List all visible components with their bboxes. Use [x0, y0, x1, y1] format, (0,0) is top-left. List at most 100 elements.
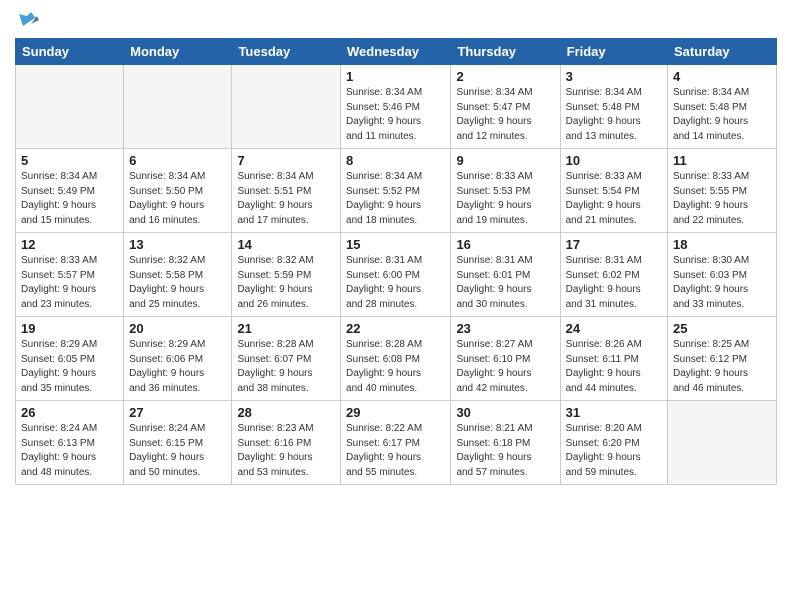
day-number: 10 — [566, 153, 662, 168]
day-info: Sunrise: 8:25 AMSunset: 6:12 PMDaylight:… — [673, 338, 771, 396]
calendar-cell: 9 Sunrise: 8:33 AMSunset: 5:53 PMDaylight… — [451, 149, 560, 233]
day-info: Sunrise: 8:24 AMSunset: 6:13 PMDaylight:… — [21, 422, 118, 480]
calendar-cell: 12Sunrise: 8:33 AMSunset: 5:57 PMDayligh… — [16, 233, 124, 317]
day-info: Sunrise: 8:31 AMSunset: 6:00 PMDaylight:… — [346, 254, 445, 312]
week-row-3: 12Sunrise: 8:33 AMSunset: 5:57 PMDayligh… — [16, 233, 777, 317]
col-friday: Friday — [560, 39, 667, 65]
day-info: Sunrise: 8:21 AMSunset: 6:18 PMDaylight:… — [456, 422, 554, 480]
calendar-cell: 24 Sunrise: 8:26 AMSunset: 6:11 PMDayligh… — [560, 317, 667, 401]
day-info: Sunrise: 8:20 AMSunset: 6:20 PMDaylight:… — [566, 422, 662, 480]
col-sunday: Sunday — [16, 39, 124, 65]
day-info: Sunrise: 8:34 AMSunset: 5:52 PMDaylight:… — [346, 170, 445, 228]
page-container: Sunday Monday Tuesday Wednesday Thursday… — [0, 0, 792, 495]
calendar-cell: 29 Sunrise: 8:22 AMSunset: 6:17 PMDayligh… — [341, 401, 451, 485]
day-number: 9 — [456, 153, 554, 168]
calendar-cell: 13 Sunrise: 8:32 AMSunset: 5:58 PMDayligh… — [124, 233, 232, 317]
day-number: 24 — [566, 321, 662, 336]
week-row-1: 1 Sunrise: 8:34 AMSunset: 5:46 PMDaylight… — [16, 65, 777, 149]
calendar-cell: 11 Sunrise: 8:33 AMSunset: 5:55 PMDayligh… — [668, 149, 777, 233]
calendar-cell: 28Sunrise: 8:23 AMSunset: 6:16 PMDayligh… — [232, 401, 341, 485]
day-number: 4 — [673, 69, 771, 84]
week-row-5: 26 Sunrise: 8:24 AMSunset: 6:13 PMDayligh… — [16, 401, 777, 485]
day-info: Sunrise: 8:28 AMSunset: 6:07 PMDaylight:… — [237, 338, 335, 396]
day-number: 25 — [673, 321, 771, 336]
calendar-cell: 5 Sunrise: 8:34 AMSunset: 5:49 PMDaylight… — [16, 149, 124, 233]
calendar-cell: 15 Sunrise: 8:31 AMSunset: 6:00 PMDayligh… — [341, 233, 451, 317]
header — [15, 10, 777, 30]
day-info: Sunrise: 8:34 AMSunset: 5:51 PMDaylight:… — [237, 170, 335, 228]
day-number: 27 — [129, 405, 226, 420]
calendar-cell: 26 Sunrise: 8:24 AMSunset: 6:13 PMDayligh… — [16, 401, 124, 485]
day-number: 13 — [129, 237, 226, 252]
day-number: 12 — [21, 237, 118, 252]
calendar-cell: 31 Sunrise: 8:20 AMSunset: 6:20 PMDayligh… — [560, 401, 667, 485]
day-number: 1 — [346, 69, 445, 84]
calendar-cell: 3 Sunrise: 8:34 AMSunset: 5:48 PMDaylight… — [560, 65, 667, 149]
calendar-cell: 20Sunrise: 8:29 AMSunset: 6:06 PMDayligh… — [124, 317, 232, 401]
calendar-cell — [124, 65, 232, 149]
calendar-body: 1 Sunrise: 8:34 AMSunset: 5:46 PMDaylight… — [16, 65, 777, 485]
day-info: Sunrise: 8:22 AMSunset: 6:17 PMDaylight:… — [346, 422, 445, 480]
day-info: Sunrise: 8:29 AMSunset: 6:05 PMDaylight:… — [21, 338, 118, 396]
day-info: Sunrise: 8:24 AMSunset: 6:15 PMDaylight:… — [129, 422, 226, 480]
logo-icon — [17, 8, 39, 30]
logo — [15, 10, 39, 30]
day-info: Sunrise: 8:23 AMSunset: 6:16 PMDaylight:… — [237, 422, 335, 480]
calendar-header-row: Sunday Monday Tuesday Wednesday Thursday… — [16, 39, 777, 65]
day-number: 5 — [21, 153, 118, 168]
calendar-cell — [16, 65, 124, 149]
day-info: Sunrise: 8:34 AMSunset: 5:49 PMDaylight:… — [21, 170, 118, 228]
calendar-cell: 8Sunrise: 8:34 AMSunset: 5:52 PMDaylight… — [341, 149, 451, 233]
day-info: Sunrise: 8:29 AMSunset: 6:06 PMDaylight:… — [129, 338, 226, 396]
day-number: 18 — [673, 237, 771, 252]
day-number: 22 — [346, 321, 445, 336]
day-info: Sunrise: 8:30 AMSunset: 6:03 PMDaylight:… — [673, 254, 771, 312]
calendar-cell: 2 Sunrise: 8:34 AMSunset: 5:47 PMDaylight… — [451, 65, 560, 149]
day-info: Sunrise: 8:33 AMSunset: 5:55 PMDaylight:… — [673, 170, 771, 228]
day-number: 6 — [129, 153, 226, 168]
calendar-cell: 4 Sunrise: 8:34 AMSunset: 5:48 PMDaylight… — [668, 65, 777, 149]
day-info: Sunrise: 8:33 AMSunset: 5:54 PMDaylight:… — [566, 170, 662, 228]
day-info: Sunrise: 8:32 AMSunset: 5:58 PMDaylight:… — [129, 254, 226, 312]
day-info: Sunrise: 8:34 AMSunset: 5:48 PMDaylight:… — [673, 86, 771, 144]
day-number: 23 — [456, 321, 554, 336]
day-info: Sunrise: 8:31 AMSunset: 6:01 PMDaylight:… — [456, 254, 554, 312]
day-number: 2 — [456, 69, 554, 84]
calendar-table: Sunday Monday Tuesday Wednesday Thursday… — [15, 38, 777, 485]
day-number: 15 — [346, 237, 445, 252]
calendar-cell: 27 Sunrise: 8:24 AMSunset: 6:15 PMDayligh… — [124, 401, 232, 485]
day-info: Sunrise: 8:31 AMSunset: 6:02 PMDaylight:… — [566, 254, 662, 312]
calendar-cell: 14Sunrise: 8:32 AMSunset: 5:59 PMDayligh… — [232, 233, 341, 317]
calendar-cell: 18 Sunrise: 8:30 AMSunset: 6:03 PMDayligh… — [668, 233, 777, 317]
calendar-cell: 22 Sunrise: 8:28 AMSunset: 6:08 PMDayligh… — [341, 317, 451, 401]
calendar-cell — [668, 401, 777, 485]
day-info: Sunrise: 8:28 AMSunset: 6:08 PMDaylight:… — [346, 338, 445, 396]
day-info: Sunrise: 8:26 AMSunset: 6:11 PMDaylight:… — [566, 338, 662, 396]
day-number: 11 — [673, 153, 771, 168]
calendar-cell — [232, 65, 341, 149]
day-number: 21 — [237, 321, 335, 336]
week-row-4: 19Sunrise: 8:29 AMSunset: 6:05 PMDayligh… — [16, 317, 777, 401]
day-info: Sunrise: 8:33 AMSunset: 5:53 PMDaylight:… — [456, 170, 554, 228]
day-info: Sunrise: 8:34 AMSunset: 5:47 PMDaylight:… — [456, 86, 554, 144]
day-number: 26 — [21, 405, 118, 420]
calendar-cell: 19Sunrise: 8:29 AMSunset: 6:05 PMDayligh… — [16, 317, 124, 401]
day-info: Sunrise: 8:27 AMSunset: 6:10 PMDaylight:… — [456, 338, 554, 396]
col-monday: Monday — [124, 39, 232, 65]
week-row-2: 5 Sunrise: 8:34 AMSunset: 5:49 PMDaylight… — [16, 149, 777, 233]
day-number: 29 — [346, 405, 445, 420]
calendar-cell: 7 Sunrise: 8:34 AMSunset: 5:51 PMDaylight… — [232, 149, 341, 233]
day-info: Sunrise: 8:34 AMSunset: 5:46 PMDaylight:… — [346, 86, 445, 144]
day-info: Sunrise: 8:32 AMSunset: 5:59 PMDaylight:… — [237, 254, 335, 312]
calendar-cell: 1 Sunrise: 8:34 AMSunset: 5:46 PMDaylight… — [341, 65, 451, 149]
day-number: 3 — [566, 69, 662, 84]
day-info: Sunrise: 8:34 AMSunset: 5:48 PMDaylight:… — [566, 86, 662, 144]
day-number: 31 — [566, 405, 662, 420]
day-number: 7 — [237, 153, 335, 168]
col-saturday: Saturday — [668, 39, 777, 65]
day-number: 30 — [456, 405, 554, 420]
col-thursday: Thursday — [451, 39, 560, 65]
calendar-cell: 16Sunrise: 8:31 AMSunset: 6:01 PMDayligh… — [451, 233, 560, 317]
calendar-cell: 25 Sunrise: 8:25 AMSunset: 6:12 PMDayligh… — [668, 317, 777, 401]
calendar-cell: 6Sunrise: 8:34 AMSunset: 5:50 PMDaylight… — [124, 149, 232, 233]
